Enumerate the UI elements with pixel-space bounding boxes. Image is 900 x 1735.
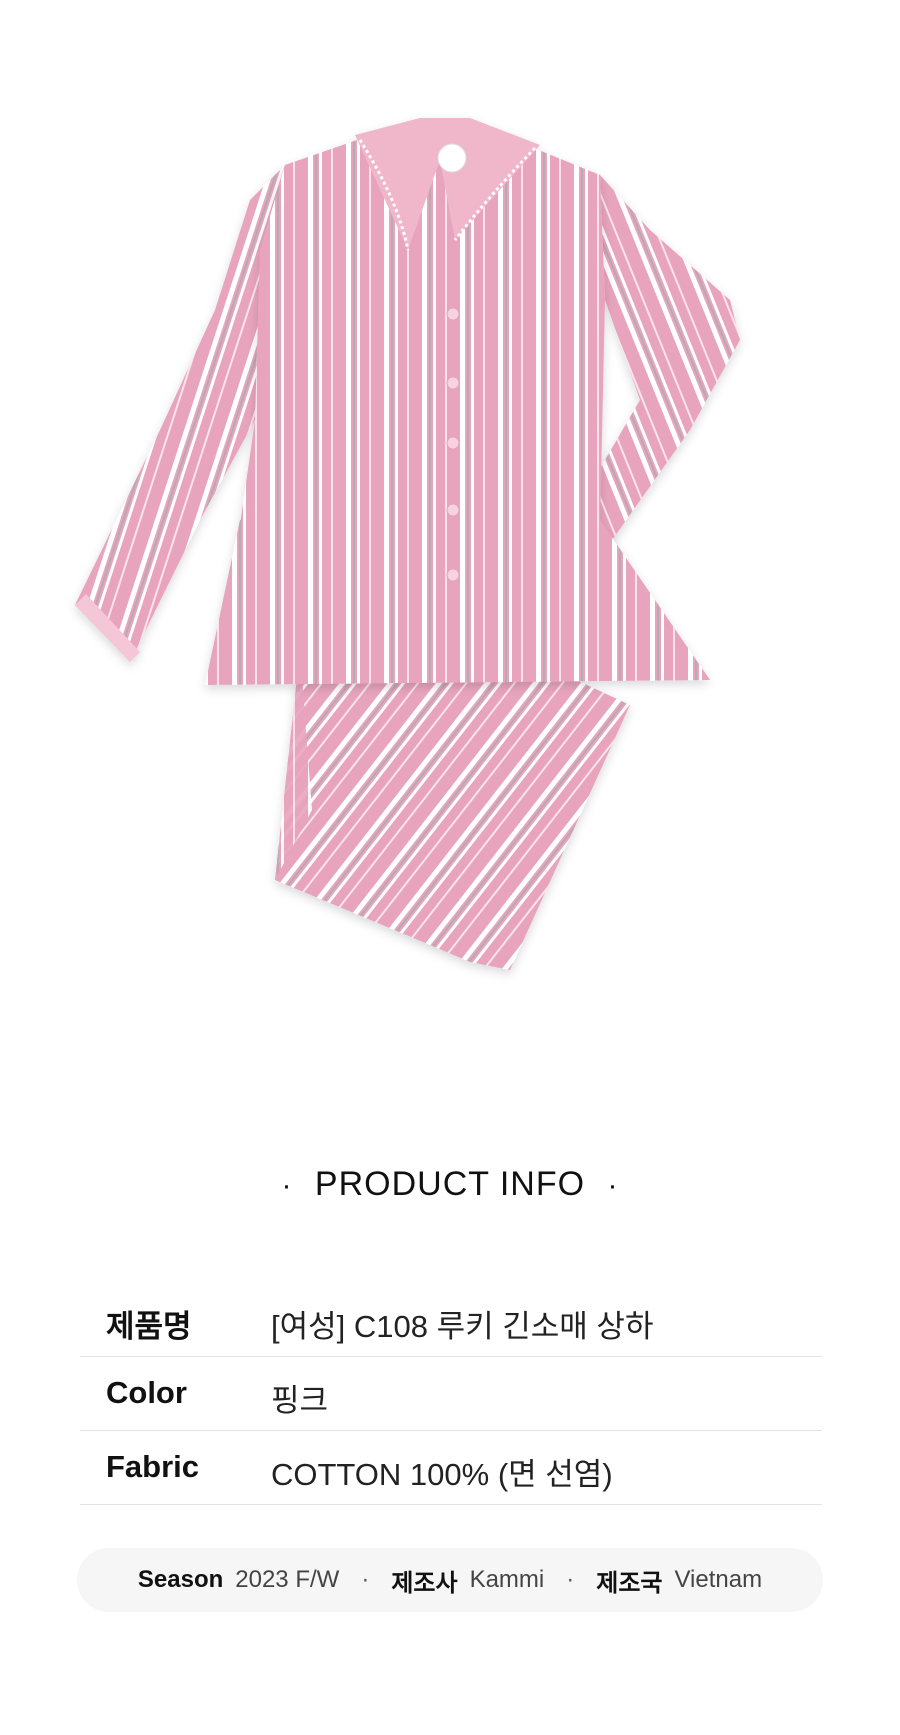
info-label: 제품명 — [106, 1309, 192, 1344]
meta-separator: · — [566, 1566, 575, 1593]
pajama-top — [205, 118, 710, 685]
info-row-fabric: Fabric COTTON 100% (면 선염) — [80, 1431, 822, 1505]
info-value: COTTON 100% (면 선염) — [271, 1457, 613, 1492]
origin-value: Vietnam — [674, 1566, 763, 1593]
maker-value: Kammi — [469, 1566, 545, 1593]
product-info-table: 제품명 [여성] C108 루키 긴소매 상하 Color 핑크 Fabric … — [80, 1283, 822, 1505]
info-row-name: 제품명 [여성] C108 루키 긴소매 상하 — [80, 1283, 822, 1357]
season-value: 2023 F/W — [235, 1566, 340, 1593]
title-bullet-left: · — [281, 1169, 293, 1202]
maker-label: 제조사 — [391, 1569, 458, 1597]
meta-separator: · — [361, 1566, 370, 1593]
info-value: 핑크 — [271, 1383, 329, 1418]
info-value: [여성] C108 루키 긴소매 상하 — [271, 1309, 654, 1344]
title-bullet-right: · — [607, 1169, 619, 1202]
origin-label: 제조국 — [596, 1569, 663, 1597]
info-label: Fabric — [106, 1449, 200, 1484]
section-title: · PRODUCT INFO · — [0, 1165, 900, 1204]
info-row-color: Color 핑크 — [80, 1357, 822, 1431]
product-photo — [0, 0, 900, 1040]
meta-info-bar: Season 2023 F/W · 제조사 Kammi · 제조국 Vietna… — [77, 1548, 823, 1612]
section-title-text: PRODUCT INFO — [314, 1165, 586, 1203]
pants — [275, 640, 630, 970]
season-label: Season — [137, 1566, 224, 1593]
info-label: Color — [106, 1375, 187, 1410]
pajama-illustration — [75, 118, 740, 970]
